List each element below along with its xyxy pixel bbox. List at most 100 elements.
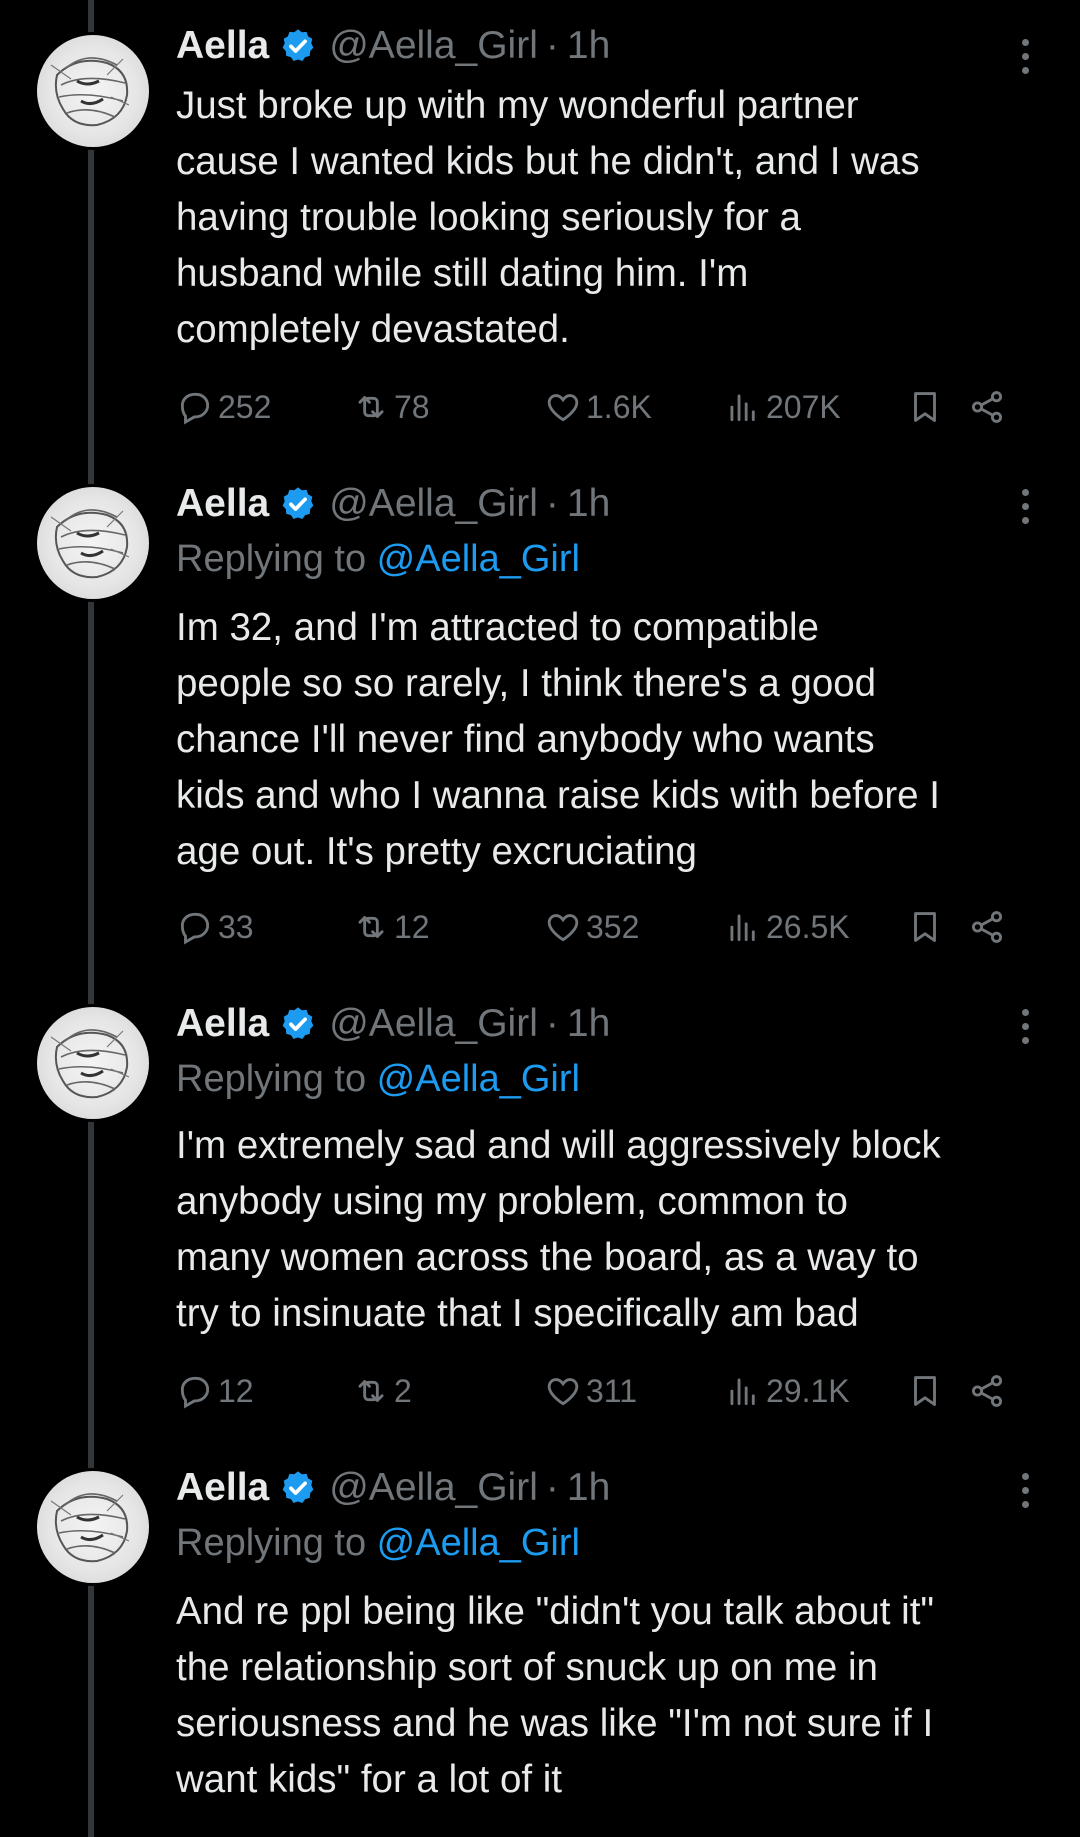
verified-badge-icon	[282, 1007, 314, 1040]
heart-icon	[547, 914, 579, 942]
separator-dot: ·	[545, 1466, 559, 1509]
like-button[interactable]: 1.6K	[544, 382, 652, 432]
bookmark-button[interactable]	[906, 1366, 944, 1416]
tweet-header: Aella @Aella_Girl · 1h	[176, 476, 610, 532]
share-button[interactable]	[968, 1366, 1006, 1416]
tweet-actions: 12 2 311 29.1K	[176, 1366, 1036, 1416]
timestamp[interactable]: 1h	[567, 24, 610, 68]
author-handle[interactable]: @Aella_Girl	[329, 24, 538, 68]
retweet-button[interactable]: 2	[352, 1366, 412, 1416]
share-button[interactable]	[968, 902, 1006, 952]
avatar[interactable]	[34, 1468, 152, 1586]
more-options-icon[interactable]	[1010, 998, 1040, 1054]
heart-icon	[547, 1378, 579, 1406]
replying-to-mention[interactable]: @Aella_Girl	[377, 538, 580, 580]
reply-count: 12	[218, 1372, 254, 1409]
verified-badge-icon	[282, 487, 314, 520]
replying-to-line: Replying to @Aella_Girl	[176, 538, 580, 581]
tweet-header: Aella @Aella_Girl · 1h	[176, 18, 610, 74]
author-name[interactable]: Aella	[176, 1466, 269, 1510]
view-count: 207K	[766, 388, 841, 425]
replying-to-mention[interactable]: @Aella_Girl	[377, 1058, 580, 1100]
more-options-icon[interactable]	[1010, 478, 1040, 534]
retweet-count: 78	[394, 388, 430, 425]
avatar-sketch-image	[50, 509, 130, 579]
replying-to-line: Replying to @Aella_Girl	[176, 1058, 580, 1101]
view-count: 29.1K	[766, 1372, 850, 1409]
views-button[interactable]: 207K	[724, 382, 841, 432]
like-button[interactable]: 352	[544, 902, 639, 952]
verified-badge-icon	[282, 29, 314, 62]
retweet-button[interactable]: 12	[352, 902, 430, 952]
views-icon	[730, 394, 755, 422]
tweet-text: Im 32, and I'm attracted to compatible p…	[176, 606, 940, 873]
bookmark-button[interactable]	[906, 902, 944, 952]
retweet-count: 12	[394, 908, 430, 945]
share-icon	[971, 1375, 1003, 1407]
reply-count: 252	[218, 388, 272, 425]
bookmark-icon	[914, 1376, 936, 1406]
avatar[interactable]	[34, 484, 152, 602]
tweet-header: Aella @Aella_Girl · 1h	[176, 1460, 610, 1516]
avatar-sketch-image	[50, 1493, 130, 1563]
tweet-text: Just broke up with my wonderful partner …	[176, 84, 920, 351]
replying-to-label: Replying to	[176, 1522, 377, 1564]
author-handle[interactable]: @Aella_Girl	[329, 1002, 538, 1046]
avatar-sketch-image	[50, 57, 130, 127]
tweet-actions: 252 78 1.6K 207K	[176, 382, 1036, 432]
retweet-count: 2	[394, 1372, 412, 1409]
replying-to-line: Replying to @Aella_Girl	[176, 1522, 580, 1565]
reply-button[interactable]: 252	[176, 382, 271, 432]
avatar[interactable]	[34, 32, 152, 150]
views-icon	[730, 914, 755, 942]
reply-icon	[180, 392, 210, 425]
tweet-text: I'm extremely sad and will aggressively …	[176, 1124, 941, 1335]
separator-dot: ·	[545, 482, 559, 525]
verified-badge-icon	[282, 1471, 314, 1504]
reply-count: 33	[218, 908, 254, 945]
views-button[interactable]: 26.5K	[724, 902, 850, 952]
more-options-icon[interactable]	[1010, 1462, 1040, 1518]
more-options-icon[interactable]	[1010, 28, 1040, 84]
share-button[interactable]	[968, 382, 1006, 432]
reply-button[interactable]: 33	[176, 902, 254, 952]
replying-to-label: Replying to	[176, 538, 377, 580]
timestamp[interactable]: 1h	[567, 1466, 610, 1510]
avatar[interactable]	[34, 1004, 152, 1122]
reply-button[interactable]: 12	[176, 1366, 254, 1416]
author-name[interactable]: Aella	[176, 24, 269, 68]
bookmark-button[interactable]	[906, 382, 944, 432]
like-count: 352	[586, 908, 640, 945]
separator-dot: ·	[545, 24, 559, 67]
reply-icon	[180, 912, 210, 945]
heart-icon	[547, 394, 579, 422]
like-count: 1.6K	[586, 388, 652, 425]
tweet-text: And re ppl being like "didn't you talk a…	[176, 1590, 935, 1801]
view-count: 26.5K	[766, 908, 850, 945]
timestamp[interactable]: 1h	[567, 1002, 610, 1046]
retweet-icon	[358, 1380, 384, 1402]
like-count: 311	[586, 1372, 638, 1409]
replying-to-label: Replying to	[176, 1058, 377, 1100]
tweet-header: Aella @Aella_Girl · 1h	[176, 996, 610, 1052]
share-icon	[971, 911, 1003, 943]
separator-dot: ·	[545, 1002, 559, 1045]
reply-icon	[180, 1376, 210, 1409]
views-button[interactable]: 29.1K	[724, 1366, 850, 1416]
author-handle[interactable]: @Aella_Girl	[329, 1466, 538, 1510]
bookmark-icon	[914, 912, 936, 942]
tweet-actions: 33 12 352 26.5K	[176, 902, 1036, 952]
like-button[interactable]: 311	[544, 1366, 637, 1416]
author-handle[interactable]: @Aella_Girl	[329, 482, 538, 526]
retweet-icon	[358, 916, 384, 938]
views-icon	[730, 1378, 755, 1406]
retweet-button[interactable]: 78	[352, 382, 430, 432]
avatar-sketch-image	[50, 1029, 130, 1099]
author-name[interactable]: Aella	[176, 1002, 269, 1046]
bookmark-icon	[914, 392, 936, 422]
share-icon	[971, 391, 1003, 423]
replying-to-mention[interactable]: @Aella_Girl	[377, 1522, 580, 1564]
timestamp[interactable]: 1h	[567, 482, 610, 526]
retweet-icon	[358, 396, 384, 418]
author-name[interactable]: Aella	[176, 482, 269, 526]
